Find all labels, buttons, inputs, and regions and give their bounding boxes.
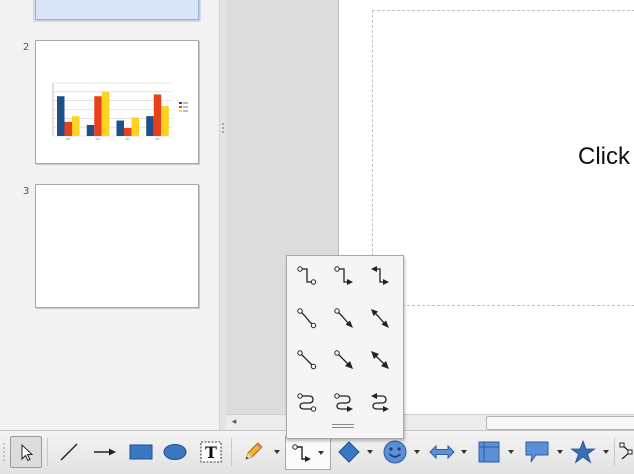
symbol-shapes-dropdown-icon[interactable] [413,446,421,458]
flowchart-dropdown-icon[interactable] [507,446,515,458]
pencil-icon [245,442,263,460]
flowchart-icon [478,441,500,463]
callouts-button[interactable] [521,436,553,468]
curved-connector-arrows-both-icon[interactable] [365,387,395,417]
slide-1-selection [33,0,201,22]
slide-number-3: 3 [23,186,30,197]
chart-bar [101,91,110,136]
svg-text:T: T [205,443,217,462]
curved-connector-arrow-icon[interactable] [329,387,359,417]
line-connector-arrow-icon[interactable] [329,303,359,333]
symbol-shapes-button[interactable] [380,436,410,468]
thumbnail-chart-title: · [118,72,119,76]
points-button[interactable] [618,436,634,468]
points-icon [619,442,633,460]
slide-panel[interactable]: 2 · 3 [0,0,220,430]
star-icon [570,439,596,464]
block-arrows-dropdown-icon[interactable] [460,446,468,458]
rectangle-tool-button[interactable] [126,436,156,468]
thumbnail-chart: · [52,72,188,140]
flowchart-button[interactable] [474,436,504,468]
curve-tool-button[interactable] [238,436,268,468]
chart-bar [57,96,65,136]
basic-shapes-button[interactable] [335,436,363,468]
popup-drag-grip-icon[interactable] [332,424,354,430]
connector-arrows-both-icon[interactable] [365,261,395,291]
thumbnail-legend [179,102,188,112]
basic-shapes-dropdown-icon[interactable] [366,446,374,458]
line-tool-button[interactable] [55,436,83,468]
toolbar-grip-icon[interactable] [2,438,6,466]
chart-bar [161,105,169,136]
legend-swatch-1 [179,102,182,104]
smiley-icon [383,440,407,464]
select-tool-button[interactable] [10,436,42,468]
callout-icon [525,441,549,463]
text-box-icon: T [200,441,222,463]
legend-swatch-2 [179,106,182,108]
text-tool-button[interactable]: T [197,436,225,468]
curved-connector-circle-icon[interactable] [292,387,322,417]
straight-connector-arrows-both-icon[interactable] [365,345,395,375]
arrow-cursor-icon [21,443,34,462]
chart-bar [64,121,72,136]
chart-bar [116,120,124,136]
toolbar-separator [614,438,615,466]
straight-connector-circle-icon[interactable] [292,345,322,375]
chart-bar [124,128,132,136]
slide-thumbnail-3[interactable] [35,184,199,308]
stars-button[interactable] [568,436,598,468]
callouts-dropdown-icon[interactable] [556,446,564,458]
chart-bar [131,117,139,136]
chart-bar [153,94,162,136]
connector-popup [286,255,404,439]
curve-dropdown-icon[interactable] [273,446,281,458]
toolbar-separator [231,438,232,466]
arrow-line-tool-button[interactable] [90,436,120,468]
toolbar-separator [47,438,48,466]
chart-bar [94,96,102,136]
connector-ends-arrow-icon[interactable] [329,261,359,291]
arrow-line-icon [94,448,116,456]
stars-dropdown-icon[interactable] [602,446,610,458]
chart-bar [146,116,154,136]
ellipse-icon [163,444,187,460]
line-connector-arrows-both-icon[interactable] [365,303,395,333]
scroll-left-icon[interactable]: ◂ [229,416,239,428]
connector-tool-button[interactable] [285,436,331,470]
diamond-icon [338,441,360,463]
block-arrows-button[interactable] [427,436,457,468]
slide-number-2: 2 [23,42,30,53]
straight-connector-arrow-icon[interactable] [329,345,359,375]
connector-icon [292,443,311,462]
connector-dropdown-icon [318,450,324,455]
chart-bar [72,116,80,136]
slide-thumbnail-2[interactable]: · [35,40,199,164]
double-arrow-icon [429,444,455,460]
ellipse-tool-button[interactable] [160,436,190,468]
line-icon [60,443,78,461]
rectangle-icon [129,444,153,460]
legend-swatch-3 [179,110,182,112]
placeholder-text[interactable]: Click [578,143,630,171]
chart-bar [86,124,95,136]
line-connector-circle-icon[interactable] [292,303,322,333]
scrollbar-thumb[interactable] [486,416,634,430]
connector-ends-circle-icon[interactable] [292,261,322,291]
